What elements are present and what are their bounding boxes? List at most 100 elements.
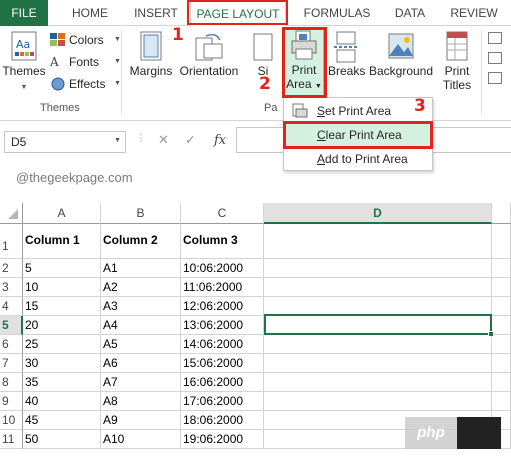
cell[interactable] <box>492 259 511 278</box>
cell[interactable]: 19:06:2000 <box>181 430 264 449</box>
cell[interactable]: 16:06:2000 <box>181 373 264 392</box>
cell[interactable]: 10 <box>23 278 101 297</box>
row-header[interactable]: 3 <box>0 278 23 297</box>
column-header-e[interactable] <box>492 203 511 224</box>
cell[interactable]: Column 2 <box>101 224 181 259</box>
cell[interactable] <box>264 392 492 411</box>
size-button[interactable]: Si <box>246 30 280 78</box>
height-icon[interactable] <box>488 52 502 64</box>
print-titles-button[interactable]: Print Titles <box>438 30 476 92</box>
row-header[interactable]: 11 <box>0 430 23 449</box>
cell[interactable]: 15 <box>23 297 101 316</box>
row-header[interactable]: 7 <box>0 354 23 373</box>
cell[interactable]: 5 <box>23 259 101 278</box>
cell[interactable]: 14:06:2000 <box>181 335 264 354</box>
cell[interactable]: 20 <box>23 316 101 335</box>
breaks-label: Breaks <box>328 64 366 78</box>
cell[interactable] <box>264 224 492 259</box>
cell[interactable]: A6 <box>101 354 181 373</box>
cell[interactable]: Column 1 <box>23 224 101 259</box>
row-header[interactable]: 5 <box>0 316 23 335</box>
cell[interactable]: 45 <box>23 411 101 430</box>
cell[interactable]: 18:06:2000 <box>181 411 264 430</box>
background-button[interactable]: Background <box>366 30 436 78</box>
tab-file[interactable]: FILE <box>0 0 48 26</box>
cell[interactable]: 30 <box>23 354 101 373</box>
cell[interactable] <box>492 297 511 316</box>
cell[interactable]: A3 <box>101 297 181 316</box>
column-header-c[interactable]: C <box>181 203 264 224</box>
column-header-d[interactable]: D <box>264 203 492 224</box>
table-row: 8 35 A7 16:06:2000 <box>0 373 511 392</box>
cell[interactable] <box>492 335 511 354</box>
add-to-print-area-accel: A <box>317 152 326 166</box>
enter-icon[interactable]: ✓ <box>185 132 196 148</box>
cell[interactable]: A2 <box>101 278 181 297</box>
fonts-label: Fonts <box>69 55 100 69</box>
cell[interactable] <box>264 335 492 354</box>
margins-button[interactable]: Margins <box>128 30 174 78</box>
row-header[interactable]: 9 <box>0 392 23 411</box>
tab-formulas[interactable]: FORMULAS <box>296 0 378 26</box>
cell[interactable] <box>264 373 492 392</box>
scale-icon[interactable] <box>488 72 502 84</box>
cell[interactable] <box>264 354 492 373</box>
group-separator <box>481 30 482 114</box>
chevron-down-icon: ▼ <box>20 84 28 91</box>
php-badge: php <box>405 417 501 449</box>
cell[interactable]: 35 <box>23 373 101 392</box>
row-header[interactable]: 8 <box>0 373 23 392</box>
set-print-area-label: et Print Area <box>325 104 392 118</box>
cell[interactable]: 12:06:2000 <box>181 297 264 316</box>
fx-icon[interactable]: fx <box>214 133 226 148</box>
cell[interactable]: 13:06:2000 <box>181 316 264 335</box>
cell[interactable] <box>492 224 511 259</box>
cell[interactable]: A4 <box>101 316 181 335</box>
column-header-a[interactable]: A <box>23 203 101 224</box>
set-print-area-item[interactable]: Set Print Area <box>286 100 430 122</box>
column-header-b[interactable]: B <box>101 203 181 224</box>
row-header[interactable]: 6 <box>0 335 23 354</box>
cell[interactable]: 15:06:2000 <box>181 354 264 373</box>
cell[interactable] <box>264 278 492 297</box>
cell[interactable]: 17:06:2000 <box>181 392 264 411</box>
cell[interactable]: 50 <box>23 430 101 449</box>
name-box[interactable]: D5 <box>4 131 126 153</box>
fill-handle[interactable] <box>488 331 494 337</box>
cell[interactable] <box>492 316 511 335</box>
cell[interactable]: A9 <box>101 411 181 430</box>
php-badge-text: php <box>405 417 457 449</box>
cancel-icon[interactable]: ✕ <box>158 132 169 148</box>
add-to-print-area-item[interactable]: Add to Print Area <box>286 148 430 170</box>
cell[interactable]: A10 <box>101 430 181 449</box>
tab-data[interactable]: DATA <box>388 0 432 26</box>
row-header[interactable]: 4 <box>0 297 23 316</box>
tab-review[interactable]: REVIEW <box>444 0 504 26</box>
cell[interactable]: 11:06:2000 <box>181 278 264 297</box>
cell[interactable]: 25 <box>23 335 101 354</box>
cell[interactable] <box>492 278 511 297</box>
cell[interactable]: A1 <box>101 259 181 278</box>
cell[interactable]: 40 <box>23 392 101 411</box>
cell[interactable]: Column 3 <box>181 224 264 259</box>
cell[interactable] <box>264 259 492 278</box>
row-header[interactable]: 2 <box>0 259 23 278</box>
cell[interactable] <box>492 354 511 373</box>
row-header[interactable]: 1 <box>0 224 23 259</box>
cell[interactable] <box>492 392 511 411</box>
breaks-button[interactable]: Breaks <box>328 30 366 78</box>
cell[interactable]: A7 <box>101 373 181 392</box>
cell[interactable] <box>492 373 511 392</box>
colors-icon <box>50 33 65 46</box>
cell[interactable]: 10:06:2000 <box>181 259 264 278</box>
tab-insert[interactable]: INSERT <box>126 0 186 26</box>
cell[interactable]: A8 <box>101 392 181 411</box>
tab-home[interactable]: HOME <box>62 0 118 26</box>
themes-button[interactable]: Aa Themes ▼ <box>2 30 46 92</box>
orientation-button[interactable]: Orientation <box>176 30 242 78</box>
row-header[interactable]: 10 <box>0 411 23 430</box>
width-icon[interactable] <box>488 32 502 44</box>
select-all-corner[interactable] <box>0 203 23 224</box>
chevron-down-icon[interactable]: ▼ <box>114 137 121 144</box>
cell[interactable]: A5 <box>101 335 181 354</box>
